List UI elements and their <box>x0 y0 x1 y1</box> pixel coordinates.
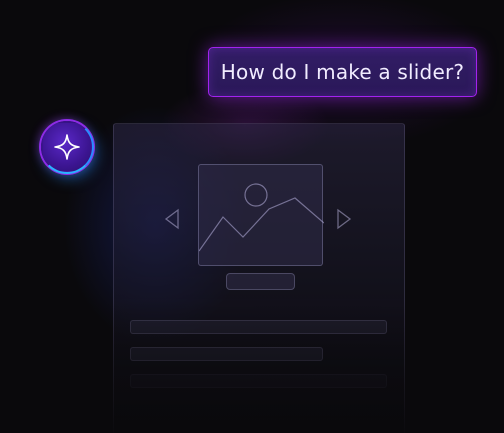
slider-action-button[interactable] <box>226 273 295 290</box>
canvas: How do I make a slider? <box>0 0 504 433</box>
text-line-placeholder <box>130 374 387 388</box>
image-placeholder-icon <box>198 183 325 252</box>
prompt-text: How do I make a slider? <box>220 60 465 84</box>
ai-assistant-button[interactable] <box>40 120 94 174</box>
text-line-placeholder <box>130 320 387 334</box>
chevron-left-icon[interactable] <box>164 208 180 230</box>
prompt-bubble: How do I make a slider? <box>208 47 477 97</box>
chevron-right-icon[interactable] <box>336 208 352 230</box>
sparkle-icon <box>54 134 80 160</box>
image-placeholder <box>198 164 325 266</box>
text-line-placeholder <box>130 347 323 361</box>
